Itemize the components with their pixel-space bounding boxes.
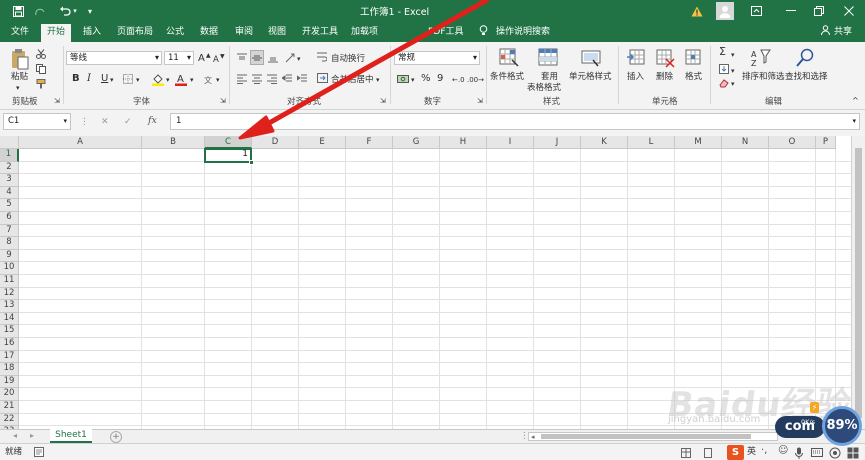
annotation-arrow — [238, 0, 490, 140]
